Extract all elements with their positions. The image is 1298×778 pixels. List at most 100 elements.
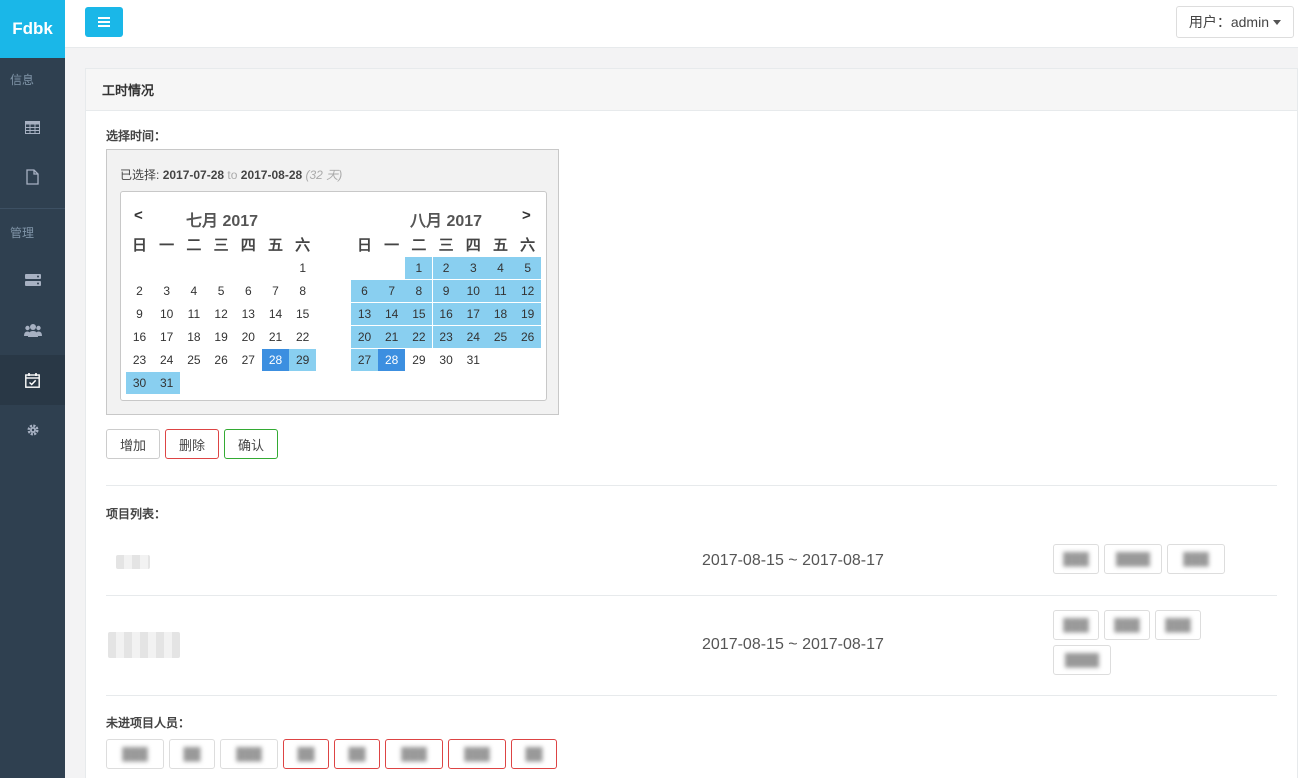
calendar-day[interactable]: 5	[208, 280, 235, 302]
calendar-day[interactable]: 23	[126, 349, 153, 371]
person-button[interactable]: ██	[511, 739, 557, 769]
user-menu-button[interactable]: 用户：admin	[1175, 6, 1294, 38]
calendar-day[interactable]: 5	[514, 257, 542, 279]
confirm-button[interactable]: 确认	[224, 429, 278, 459]
calendar-day[interactable]: 11	[487, 280, 514, 302]
calendar-day[interactable]: 22	[289, 326, 316, 348]
selection-end: 2017-08-28	[240, 168, 303, 182]
calendar-day[interactable]: 12	[514, 280, 542, 302]
calendar-day[interactable]: 11	[180, 303, 207, 325]
calendar-day[interactable]: 4	[180, 280, 207, 302]
calendar-day[interactable]: 7	[378, 280, 406, 302]
top-navbar: 用户：admin	[65, 0, 1298, 48]
brand-logo[interactable]: Fdbk	[0, 0, 65, 58]
calendar-day[interactable]: 17	[459, 303, 487, 325]
menu-toggle-button[interactable]	[85, 7, 123, 37]
calendar-day[interactable]: 10	[459, 280, 487, 302]
calendar-day[interactable]: 25	[487, 326, 514, 348]
member-name: ███	[1165, 618, 1191, 632]
calendar-day[interactable]: 29	[405, 349, 432, 371]
project-member-button[interactable]: ███	[1053, 610, 1099, 640]
calendar-day[interactable]: 15	[289, 303, 316, 325]
calendar-day[interactable]: 26	[208, 349, 235, 371]
sidebar-item-settings[interactable]	[0, 405, 65, 455]
project-member-button[interactable]: ████	[1104, 544, 1162, 574]
project-member-button[interactable]: ███	[1167, 544, 1225, 574]
calendar-day[interactable]: 14	[378, 303, 406, 325]
calendar-day[interactable]: 12	[208, 303, 235, 325]
project-name: █████	[108, 632, 180, 658]
weekday-header: 六	[295, 237, 311, 254]
calendar-day[interactable]: 18	[180, 326, 207, 348]
calendar-day[interactable]: 16	[432, 303, 460, 325]
calendar-day[interactable]: 22	[405, 326, 433, 348]
delete-button[interactable]: 删除	[165, 429, 219, 459]
calendar-day[interactable]: 25	[180, 349, 207, 371]
sidebar-item-calendar[interactable]	[0, 355, 65, 405]
calendar-day[interactable]: 9	[432, 280, 460, 302]
calendar-day[interactable]: 21	[378, 326, 406, 348]
calendar-day[interactable]: 8	[289, 280, 316, 302]
project-member-button[interactable]: ███	[1053, 544, 1099, 574]
person-button[interactable]: ███	[106, 739, 164, 769]
sidebar-item-document[interactable]	[0, 152, 65, 202]
calendar-day[interactable]: 13	[235, 303, 262, 325]
add-button[interactable]: 增加	[106, 429, 160, 459]
prev-month-button[interactable]: <	[134, 207, 143, 224]
calendar-day[interactable]: 15	[405, 303, 433, 325]
calendar-day[interactable]: 3	[153, 280, 180, 302]
calendar-day[interactable]: 29	[289, 349, 317, 371]
project-member-button[interactable]: ███	[1155, 610, 1201, 640]
chevron-down-icon	[1273, 19, 1281, 25]
calendar-day[interactable]: 24	[459, 326, 487, 348]
calendar-day[interactable]: 19	[514, 303, 542, 325]
project-date-range: 2017-08-15 ~ 2017-08-17	[702, 552, 884, 569]
calendar-day[interactable]: 1	[289, 257, 316, 279]
sidebar-item-table[interactable]	[0, 102, 65, 152]
calendar-day[interactable]: 3	[459, 257, 487, 279]
calendar-day[interactable]: 6	[351, 280, 378, 302]
calendar-day[interactable]: 10	[153, 303, 180, 325]
project-member-button[interactable]: ███	[1104, 610, 1150, 640]
calendar-day[interactable]: 14	[262, 303, 289, 325]
calendar-day[interactable]: 28	[378, 349, 406, 371]
calendar-day[interactable]: 8	[405, 280, 433, 302]
person-button[interactable]: ██	[169, 739, 215, 769]
calendar-day[interactable]: 21	[262, 326, 289, 348]
calendar-day[interactable]: 28	[262, 349, 289, 371]
weekday-header: 五	[492, 237, 508, 254]
calendar-day[interactable]: 4	[487, 257, 514, 279]
calendar-day[interactable]: 2	[126, 280, 153, 302]
calendar-day[interactable]: 1	[405, 257, 433, 279]
calendar-day[interactable]: 23	[432, 326, 460, 348]
weekday-header: 六	[520, 237, 536, 254]
calendar-day[interactable]: 24	[153, 349, 180, 371]
calendar-day[interactable]: 16	[126, 326, 153, 348]
calendar-day[interactable]: 30	[126, 372, 153, 394]
person-button[interactable]: ██	[334, 739, 380, 769]
project-member-button[interactable]: ████	[1053, 645, 1111, 675]
calendar-day[interactable]: 13	[351, 303, 378, 325]
calendar-day[interactable]: 26	[514, 326, 542, 348]
calendar-day[interactable]: 20	[235, 326, 262, 348]
calendar-day[interactable]: 9	[126, 303, 153, 325]
person-button[interactable]: ███	[448, 739, 506, 769]
calendar-day[interactable]: 31	[153, 372, 181, 394]
calendar-day[interactable]: 17	[153, 326, 180, 348]
next-month-button[interactable]: >	[522, 207, 531, 224]
calendar-day[interactable]: 18	[487, 303, 514, 325]
calendar-day[interactable]: 2	[432, 257, 460, 279]
person-button[interactable]: ███	[385, 739, 443, 769]
calendar-day[interactable]: 20	[351, 326, 378, 348]
calendar-day[interactable]: 30	[433, 349, 460, 371]
sidebar-item-users[interactable]	[0, 305, 65, 355]
calendar-day[interactable]: 6	[235, 280, 262, 302]
sidebar-item-server[interactable]	[0, 255, 65, 305]
person-button[interactable]: ██	[283, 739, 329, 769]
calendar-day[interactable]: 27	[235, 349, 262, 371]
calendar-day[interactable]: 19	[208, 326, 235, 348]
person-button[interactable]: ███	[220, 739, 278, 769]
calendar-day[interactable]: 27	[351, 349, 378, 371]
calendar-day[interactable]: 31	[460, 349, 487, 371]
calendar-day[interactable]: 7	[262, 280, 289, 302]
